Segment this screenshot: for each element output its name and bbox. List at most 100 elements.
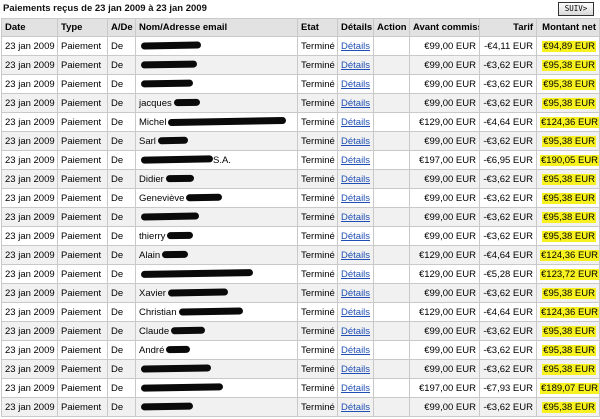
details-link[interactable]: Détails [341, 60, 370, 71]
details-link[interactable]: Détails [341, 231, 370, 242]
payer-name: Michel [139, 116, 167, 128]
redaction-mark [162, 251, 189, 259]
cell-status: Terminé [297, 245, 338, 265]
cell-status: Terminé [297, 169, 338, 189]
cell-details: Détails [337, 283, 374, 303]
redaction-mark [186, 194, 223, 202]
col-header-direction[interactable]: A/De [107, 18, 136, 37]
cell-direction: De [107, 378, 136, 398]
cell-gross: €99,00 EUR [409, 359, 480, 379]
payer-name: Didier [139, 173, 164, 185]
cell-net: €95,38 EUR [536, 74, 600, 94]
table-row: 23 jan 2009 Paiement De jacques Terminé Détai… [1, 93, 600, 113]
next-page-button[interactable]: SUIV> [558, 2, 594, 16]
details-link[interactable]: Détails [341, 174, 370, 185]
net-amount-highlight: €95,38 EUR [542, 173, 596, 185]
cell-action [373, 283, 410, 303]
cell-fee: -€4,64 EUR [479, 245, 537, 265]
cell-fee: -€3,62 EUR [479, 359, 537, 379]
details-link[interactable]: Détails [341, 117, 370, 128]
payer-name: thierry [139, 230, 166, 242]
cell-net: €124,36 EUR [536, 245, 600, 265]
cell-date: 23 jan 2009 [1, 302, 58, 322]
cell-name-email: André [135, 340, 298, 360]
col-header-type[interactable]: Type [57, 18, 108, 37]
details-link[interactable]: Détails [341, 345, 370, 356]
cell-details: Détails [337, 226, 374, 246]
details-link[interactable]: Détails [341, 326, 370, 337]
details-link[interactable]: Détails [341, 212, 370, 223]
cell-gross: €99,00 EUR [409, 169, 480, 189]
details-link[interactable]: Détails [341, 98, 370, 109]
cell-gross: €99,00 EUR [409, 207, 480, 227]
cell-type: Paiement [57, 93, 108, 113]
cell-date: 23 jan 2009 [1, 74, 58, 94]
cell-details: Détails [337, 397, 374, 417]
cell-direction: De [107, 188, 136, 208]
details-link[interactable]: Détails [341, 269, 370, 280]
cell-net: €95,38 EUR [536, 207, 600, 227]
col-header-net[interactable]: Montant net [536, 18, 600, 37]
col-header-details: Détails [337, 18, 374, 37]
details-link[interactable]: Détails [341, 364, 370, 375]
cell-action [373, 207, 410, 227]
cell-net: €95,38 EUR [536, 226, 600, 246]
cell-type: Paiement [57, 131, 108, 151]
details-link[interactable]: Détails [341, 288, 370, 299]
cell-name-email: Geneviève [135, 188, 298, 208]
details-link[interactable]: Détails [341, 193, 370, 204]
cell-direction: De [107, 36, 136, 56]
redaction-mark [171, 327, 206, 335]
net-amount-highlight: €95,38 EUR [542, 344, 596, 356]
col-header-gross[interactable]: Avant commission [409, 18, 480, 37]
cell-net: €95,38 EUR [536, 340, 600, 360]
cell-fee: -€5,28 EUR [479, 264, 537, 284]
details-link[interactable]: Détails [341, 402, 370, 413]
payer-name: Xavier [139, 287, 166, 299]
details-link[interactable]: Détails [341, 155, 370, 166]
details-link[interactable]: Détails [341, 136, 370, 147]
cell-name-email [135, 359, 298, 379]
col-header-status[interactable]: Etat [297, 18, 338, 37]
net-amount-highlight: €95,38 EUR [542, 211, 596, 223]
cell-fee: -€3,62 EUR [479, 340, 537, 360]
cell-net: €95,38 EUR [536, 321, 600, 341]
table-row: 23 jan 2009 Paiement De Michel Terminé Détail… [1, 112, 600, 132]
table-row: 23 jan 2009 Paiement De Terminé Détails €99,0… [1, 207, 600, 227]
cell-gross: €99,00 EUR [409, 55, 480, 75]
details-link[interactable]: Détails [341, 383, 370, 394]
cell-fee: -€3,62 EUR [479, 93, 537, 113]
redaction-mark [168, 117, 287, 127]
details-link[interactable]: Détails [341, 307, 370, 318]
cell-fee: -€3,62 EUR [479, 283, 537, 303]
cell-name-email: Xavier [135, 283, 298, 303]
cell-net: €95,38 EUR [536, 93, 600, 113]
cell-direction: De [107, 321, 136, 341]
cell-date: 23 jan 2009 [1, 55, 58, 75]
table-row: 23 jan 2009 Paiement De Geneviève Terminé Dét… [1, 188, 600, 208]
cell-type: Paiement [57, 283, 108, 303]
cell-direction: De [107, 150, 136, 170]
details-link[interactable]: Détails [341, 79, 370, 90]
cell-date: 23 jan 2009 [1, 397, 58, 417]
cell-name-email: thierry [135, 226, 298, 246]
col-header-date[interactable]: Date [1, 18, 58, 37]
details-link[interactable]: Détails [341, 250, 370, 261]
cell-action [373, 245, 410, 265]
cell-net: €123,72 EUR [536, 264, 600, 284]
cell-net: €189,07 EUR [536, 378, 600, 398]
cell-status: Terminé [297, 36, 338, 56]
net-amount-highlight: €95,38 EUR [542, 287, 596, 299]
redaction-mark [167, 232, 194, 240]
details-link[interactable]: Détails [341, 41, 370, 52]
cell-details: Détails [337, 74, 374, 94]
cell-action [373, 226, 410, 246]
col-header-name-email[interactable]: Nom/Adresse email [135, 18, 298, 37]
cell-name-email [135, 207, 298, 227]
net-amount-highlight: €95,38 EUR [542, 363, 596, 375]
col-header-fee[interactable]: Tarif [479, 18, 537, 37]
net-amount-highlight: €95,38 EUR [542, 325, 596, 337]
cell-fee: -€3,62 EUR [479, 321, 537, 341]
cell-gross: €129,00 EUR [409, 264, 480, 284]
net-amount-highlight: €95,38 EUR [542, 135, 596, 147]
